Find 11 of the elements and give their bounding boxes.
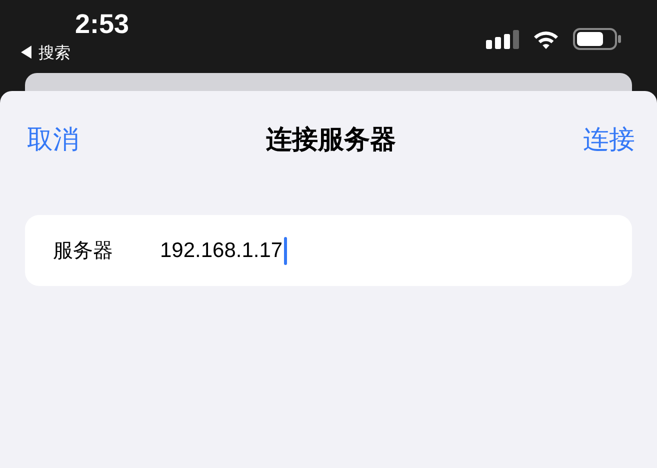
status-time: 2:53 [75,8,130,40]
connect-button[interactable]: 连接 [583,120,635,158]
sheet-title: 连接服务器 [266,122,396,156]
back-link[interactable]: ◀ 搜索 [18,44,70,64]
server-field[interactable]: 服务器 192.168.1.17 [25,215,632,286]
wifi-icon [533,30,559,48]
field-value: 192.168.1.17 [160,238,283,264]
cancel-button[interactable]: 取消 [27,120,79,158]
battery-icon [573,28,621,50]
field-label: 服务器 [53,238,114,264]
signal-icon [486,29,519,49]
